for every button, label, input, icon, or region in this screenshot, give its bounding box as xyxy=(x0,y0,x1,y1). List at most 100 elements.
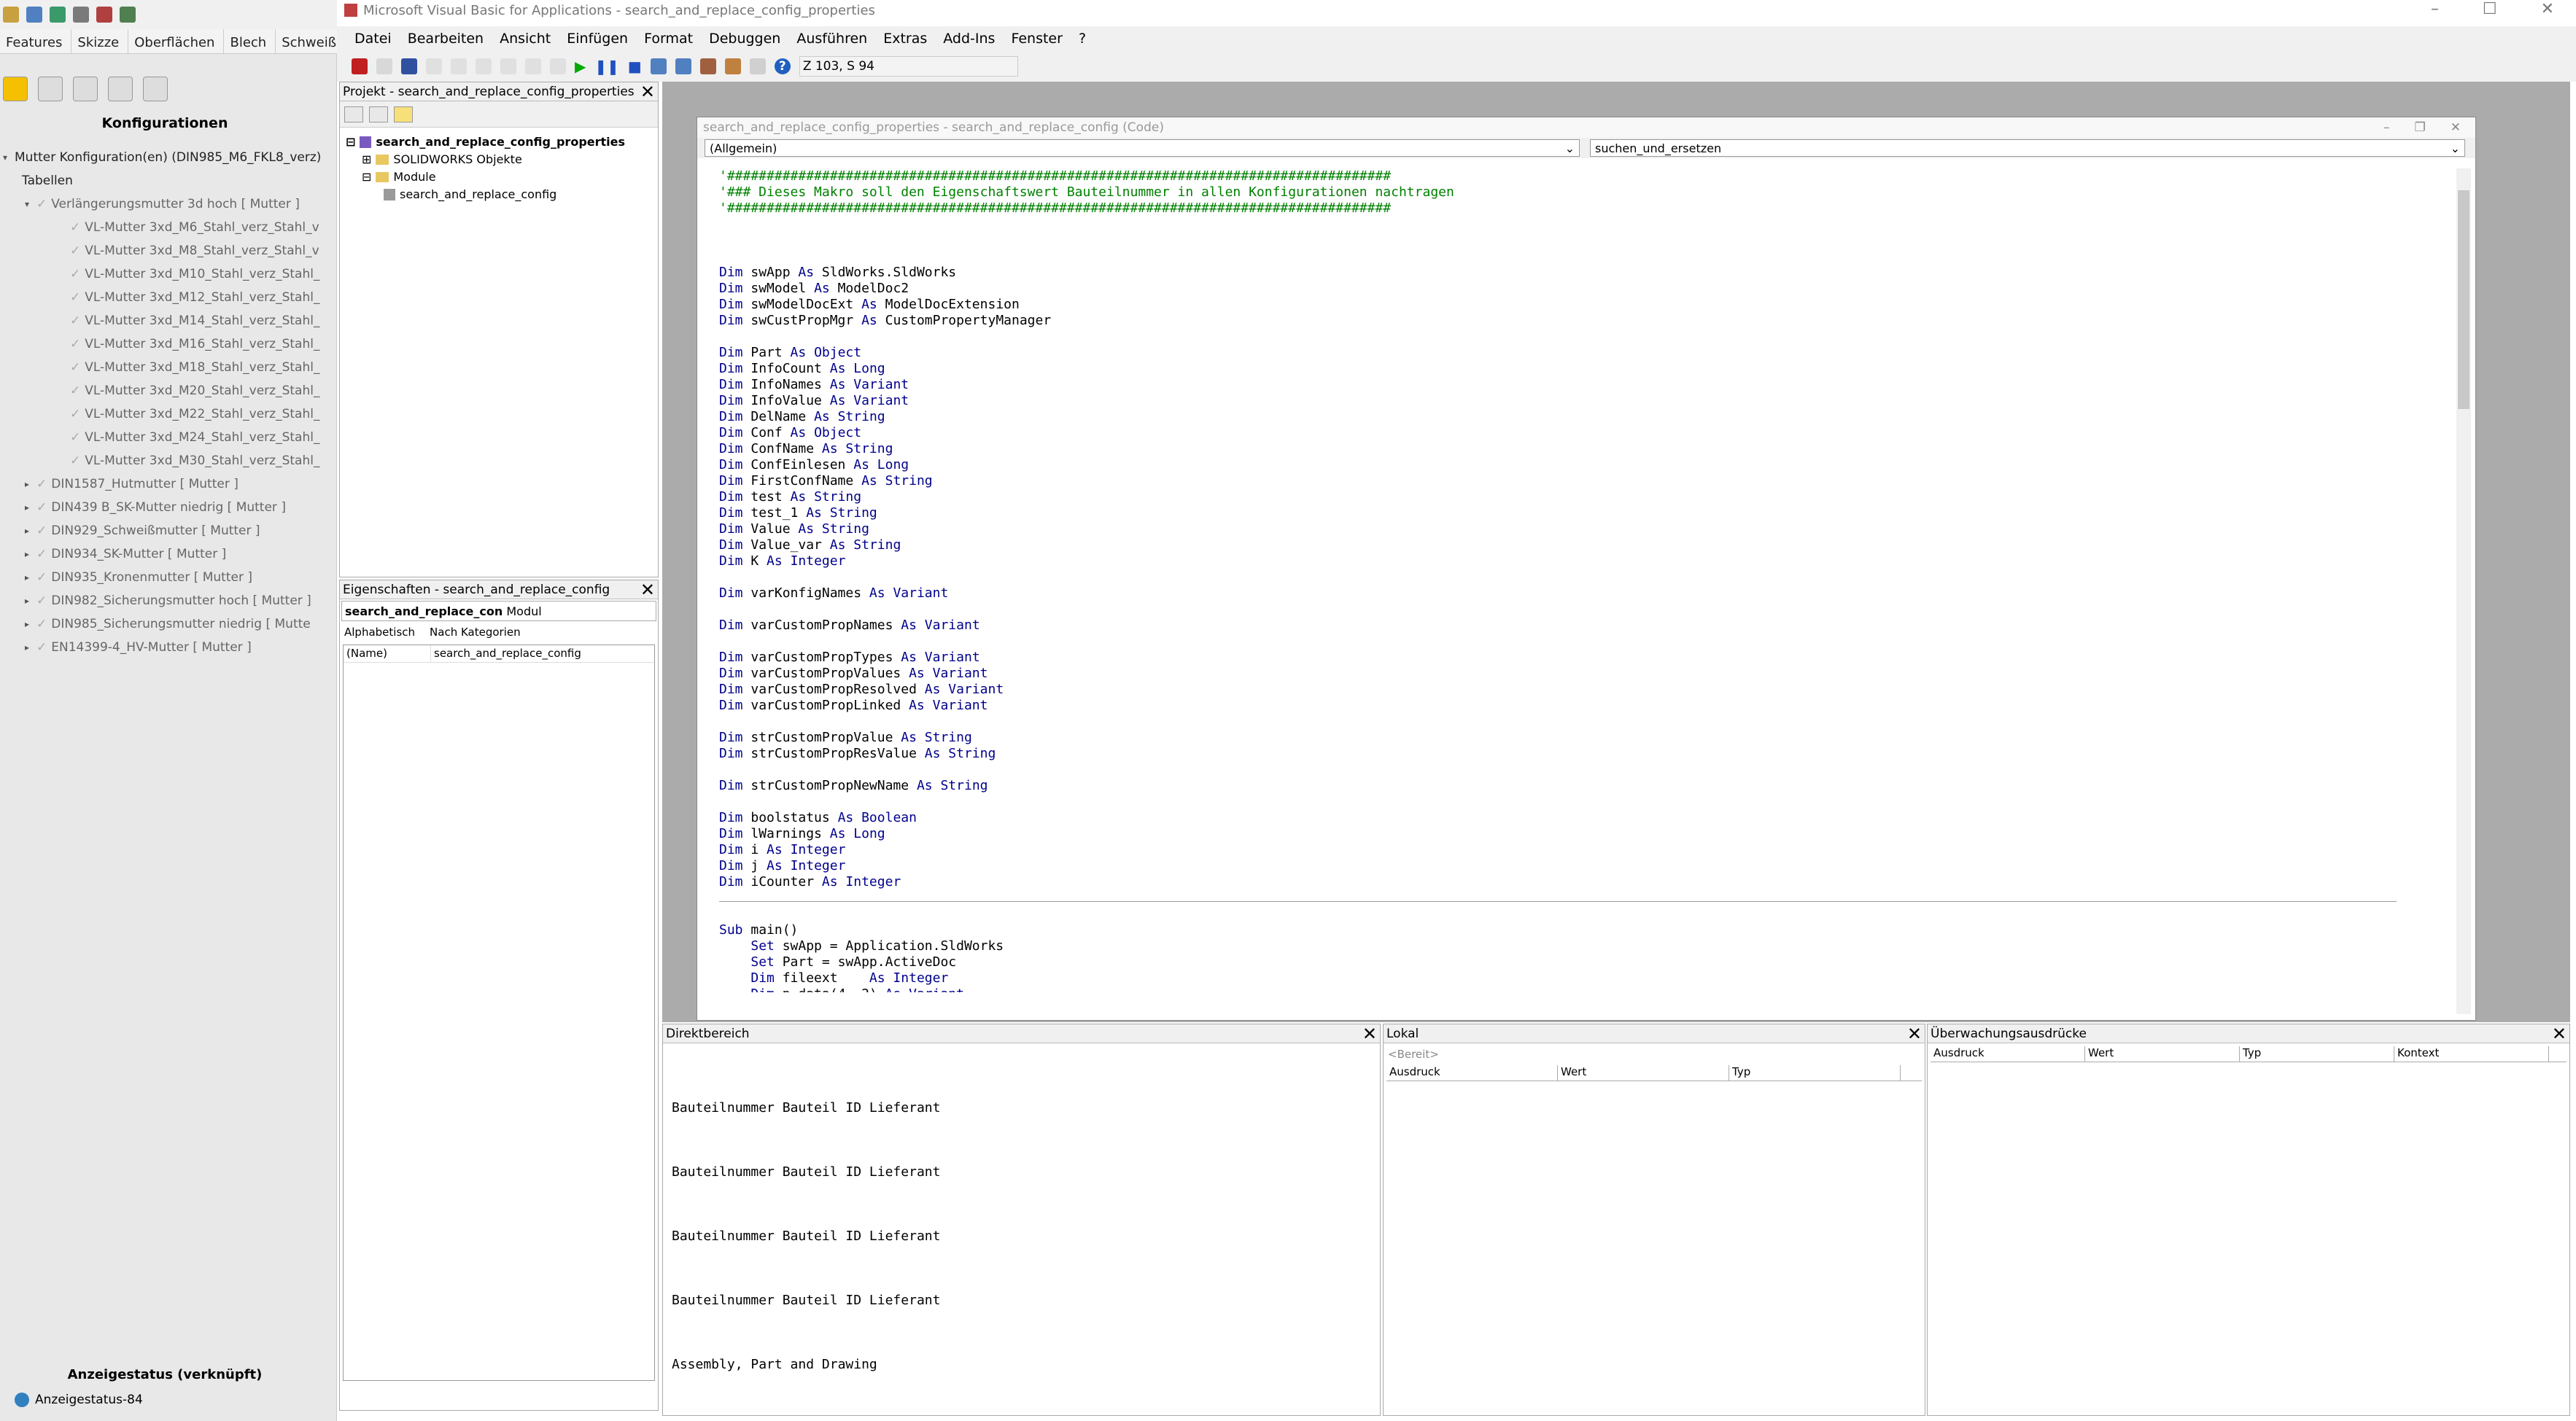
expand-icon[interactable]: ▸ xyxy=(22,479,32,489)
copy-icon[interactable] xyxy=(451,58,467,74)
config-item[interactable]: ▸ ✓ DIN439 B_SK-Mutter niedrig [ Mutter ] xyxy=(22,497,286,518)
minimize-icon[interactable]: – xyxy=(2383,120,2390,135)
expand-icon[interactable]: ⊞ xyxy=(362,152,371,166)
project-root[interactable]: ⊟ search_and_replace_config_properties xyxy=(346,135,625,149)
break-icon[interactable]: ❚❚ xyxy=(594,58,619,75)
expand-icon[interactable]: ▸ xyxy=(22,549,32,559)
menu-bearbeiten[interactable]: Bearbeiten xyxy=(408,31,484,47)
tables-item[interactable]: Tabellen xyxy=(22,171,73,191)
run-icon[interactable]: ▶ xyxy=(575,58,586,75)
properties-window-icon[interactable] xyxy=(699,58,716,74)
project-objects-folder[interactable]: ⊞ SOLIDWORKS Objekte xyxy=(362,152,522,166)
expand-icon[interactable]: ▸ xyxy=(22,526,32,536)
sheetmetal-icon[interactable] xyxy=(73,7,89,23)
collapse-icon[interactable]: ⊟ xyxy=(362,170,371,184)
close-icon[interactable]: ✕ xyxy=(640,82,658,102)
config-item[interactable]: ✓ VL-Mutter 3xd_M14_Stahl_verz_Stahl_ xyxy=(70,311,319,331)
config-item[interactable]: ✓ VL-Mutter 3xd_M10_Stahl_verz_Stahl_ xyxy=(70,264,319,284)
col-wert[interactable]: Wert xyxy=(1558,1065,1729,1081)
surface-icon[interactable] xyxy=(50,7,66,23)
property-value[interactable]: search_and_replace_config xyxy=(431,645,584,662)
dimxpert-icon[interactable] xyxy=(108,77,133,101)
col-ausdruck[interactable]: Ausdruck xyxy=(1386,1065,1558,1081)
config-item[interactable]: ✓ VL-Mutter 3xd_M18_Stahl_verz_Stahl_ xyxy=(70,357,319,378)
expand-icon[interactable]: ▸ xyxy=(22,502,32,513)
menu-addins[interactable]: Add-Ins xyxy=(943,31,995,47)
tab-kategorien[interactable]: Nach Kategorien xyxy=(430,626,521,639)
menu-extras[interactable]: Extras xyxy=(883,31,927,47)
tab-skizze[interactable]: Skizze xyxy=(71,29,129,53)
config-item[interactable]: ✓ VL-Mutter 3xd_M12_Stahl_verz_Stahl_ xyxy=(70,287,319,308)
minimize-icon[interactable]: – xyxy=(2431,0,2439,18)
collapse-icon[interactable]: ▾ xyxy=(22,199,32,209)
property-manager-icon[interactable] xyxy=(38,77,63,101)
config-item[interactable]: ✓ VL-Mutter 3xd_M24_Stahl_verz_Stahl_ xyxy=(70,427,319,448)
tab-features[interactable]: Features xyxy=(0,29,72,53)
maximize-icon[interactable]: ❐ xyxy=(2415,120,2426,135)
toolbox-icon[interactable] xyxy=(749,58,766,74)
expand-icon[interactable]: ▸ xyxy=(22,596,32,606)
view-code-icon[interactable] xyxy=(344,106,363,122)
paste-icon[interactable] xyxy=(476,58,492,74)
display-manager-icon[interactable] xyxy=(143,77,168,101)
menu-ansicht[interactable]: Ansicht xyxy=(500,31,551,47)
weld-icon[interactable] xyxy=(96,7,112,23)
config-item[interactable]: ✓ VL-Mutter 3xd_M20_Stahl_verz_Stahl_ xyxy=(70,381,319,401)
object-dropdown[interactable]: (Allgemein) ⌄ xyxy=(705,139,1580,157)
config-item[interactable]: ▸ ✓ EN14399-4_HV-Mutter [ Mutter ] xyxy=(22,637,252,658)
col-typ[interactable]: Typ xyxy=(1729,1065,1901,1081)
config-item[interactable]: ▸ ✓ DIN985_Sicherungsmutter niedrig [ Mutt… xyxy=(22,614,311,634)
col-ausdruck[interactable]: Ausdruck xyxy=(1931,1046,2085,1062)
config-item[interactable]: ▸ ✓ DIN1587_Hutmutter [ Mutter ] xyxy=(22,474,238,494)
undo-icon[interactable] xyxy=(525,58,541,74)
col-wert[interactable]: Wert xyxy=(2085,1046,2240,1062)
menu-datei[interactable]: Datei xyxy=(354,31,392,47)
config-item[interactable]: ✓ VL-Mutter 3xd_M6_Stahl_verz_Stahl_v xyxy=(70,217,319,238)
insert-userform-icon[interactable] xyxy=(376,58,392,74)
expand-icon[interactable]: ▸ xyxy=(22,642,32,653)
menu-debuggen[interactable]: Debuggen xyxy=(709,31,780,47)
expand-icon[interactable]: ▸ xyxy=(22,619,32,629)
close-icon[interactable]: ✕ xyxy=(2552,1024,2569,1044)
evaluate-icon[interactable] xyxy=(120,7,136,23)
display-state-row[interactable]: Anzeigestatus-84 xyxy=(15,1393,143,1407)
close-icon[interactable]: ✕ xyxy=(1907,1024,1925,1044)
config-item[interactable]: ✓ VL-Mutter 3xd_M30_Stahl_verz_Stahl_ xyxy=(70,451,319,471)
config-item[interactable]: ✓ VL-Mutter 3xd_M16_Stahl_verz_Stahl_ xyxy=(70,334,319,354)
feature-manager-icon[interactable] xyxy=(3,77,28,101)
config-item[interactable]: ▸ ✓ DIN982_Sicherungsmutter hoch [ Mutter … xyxy=(22,591,311,611)
close-icon[interactable]: ✕ xyxy=(2541,0,2554,18)
project-module-item[interactable]: search_and_replace_config xyxy=(384,187,556,201)
config-item[interactable]: ✓ VL-Mutter 3xd_M8_Stahl_verz_Stahl_v xyxy=(70,241,319,261)
close-icon[interactable]: ✕ xyxy=(2451,120,2461,135)
expand-icon[interactable]: ▸ xyxy=(22,572,32,583)
config-item[interactable]: ▸ ✓ DIN929_Schweißmutter [ Mutter ] xyxy=(22,521,260,541)
maximize-icon[interactable]: ☐ xyxy=(2483,0,2497,18)
procedure-dropdown[interactable]: suchen_und_ersetzen ⌄ xyxy=(1590,139,2465,157)
config-item[interactable]: ✓ VL-Mutter 3xd_M22_Stahl_verz_Stahl_ xyxy=(70,404,319,424)
cut-icon[interactable] xyxy=(426,58,442,74)
object-browser-icon[interactable] xyxy=(724,58,741,74)
design-mode-icon[interactable] xyxy=(650,58,667,74)
config-item[interactable]: ▸ ✓ DIN935_Kronenmutter [ Mutter ] xyxy=(22,567,252,588)
tab-alphabetisch[interactable]: Alphabetisch xyxy=(344,626,415,639)
collapse-icon[interactable]: ⊟ xyxy=(346,135,355,149)
tab-oberflaechen[interactable]: Oberflächen xyxy=(128,29,225,53)
config-root[interactable]: ▾ Mutter Konfiguration(en) (DIN985_M6_FKL… xyxy=(0,147,321,168)
menu-format[interactable]: Format xyxy=(644,31,693,47)
help-icon[interactable]: ? xyxy=(774,58,791,74)
menu-ausfuehren[interactable]: Ausführen xyxy=(796,31,867,47)
col-kontext[interactable]: Kontext xyxy=(2394,1046,2549,1062)
collapse-icon[interactable]: ▾ xyxy=(0,152,10,163)
property-row[interactable]: (Name) search_and_replace_config xyxy=(344,645,654,663)
solidworks-icon[interactable] xyxy=(352,58,368,74)
project-modules-folder[interactable]: ⊟ Module xyxy=(362,170,436,184)
immediate-output[interactable]: Bauteilnummer Bauteil ID Lieferant Baute… xyxy=(672,1075,940,1396)
code-editor[interactable]: '#######################################… xyxy=(719,168,2418,992)
view-object-icon[interactable] xyxy=(369,106,388,122)
close-icon[interactable]: ✕ xyxy=(1362,1024,1380,1044)
tab-blech[interactable]: Blech xyxy=(224,29,276,53)
find-icon[interactable] xyxy=(500,58,516,74)
toggle-folders-icon[interactable] xyxy=(394,106,413,122)
configuration-manager-icon[interactable] xyxy=(73,77,98,101)
